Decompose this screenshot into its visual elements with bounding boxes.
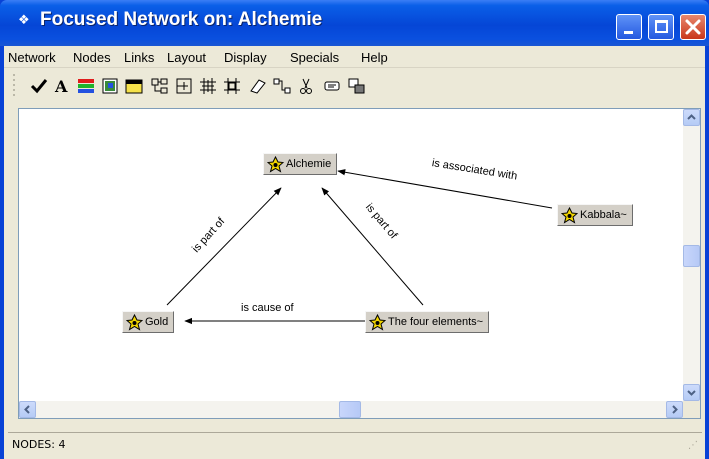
image-node-icon[interactable]: [100, 76, 120, 96]
toolbar-grip: [13, 74, 15, 96]
menu-bar: Network Nodes Links Layout Display Speci…: [4, 46, 705, 68]
scroll-left-button[interactable]: [19, 401, 36, 418]
cluster-icon[interactable]: [222, 76, 242, 96]
scroll-right-icon: [672, 405, 678, 414]
resize-grip-icon[interactable]: ⋰: [686, 440, 698, 452]
vertical-scroll-thumb[interactable]: [683, 245, 700, 267]
grid-layout-icon[interactable]: [198, 76, 218, 96]
minimize-icon: [624, 31, 633, 34]
node-gold[interactable]: Gold: [122, 311, 175, 333]
node-label: Alchemie: [286, 158, 332, 170]
check-icon[interactable]: [29, 76, 49, 96]
font-icon[interactable]: A: [52, 76, 72, 96]
toolbar: A: [4, 70, 705, 106]
node-count-status: NODES: 4: [12, 438, 66, 451]
link-icon[interactable]: [272, 76, 292, 96]
close-icon: [685, 19, 701, 35]
network-canvas[interactable]: is associated with is part of is part of…: [19, 109, 683, 401]
menu-display[interactable]: Display: [224, 50, 267, 65]
expand-icon[interactable]: [174, 76, 194, 96]
svg-text:A: A: [54, 77, 68, 96]
maximize-button[interactable]: [648, 14, 674, 40]
window-body: Network Nodes Links Layout Display Speci…: [4, 46, 705, 459]
star-node-icon: [369, 314, 386, 331]
node-alchemie[interactable]: Alchemie: [263, 153, 338, 175]
note-icon[interactable]: [322, 76, 342, 96]
node-label: Kabbala~: [580, 209, 627, 221]
app-window: ❖ Focused Network on: Alchemie Network N…: [0, 0, 709, 459]
minimize-button[interactable]: [616, 14, 642, 40]
star-node-icon: [561, 207, 578, 224]
menu-help[interactable]: Help: [361, 50, 388, 65]
scroll-corner: [683, 401, 700, 418]
star-node-icon: [126, 314, 143, 331]
copy-icon[interactable]: [346, 76, 366, 96]
scroll-up-button[interactable]: [683, 109, 700, 126]
scroll-down-icon: [687, 390, 696, 396]
close-button[interactable]: [680, 14, 706, 40]
color-bars-icon[interactable]: [76, 76, 96, 96]
menu-network[interactable]: Network: [8, 50, 56, 65]
menu-specials[interactable]: Specials: [290, 50, 339, 65]
scroll-right-button[interactable]: [666, 401, 683, 418]
network-canvas-frame: is associated with is part of is part of…: [18, 108, 701, 419]
scroll-up-icon: [687, 114, 696, 120]
maximize-icon: [655, 20, 668, 33]
edge-label: is cause of: [241, 302, 294, 314]
window-icon[interactable]: [124, 76, 144, 96]
node-four-elements[interactable]: The four elements~: [365, 311, 490, 333]
menu-nodes[interactable]: Nodes: [73, 50, 111, 65]
edge-gold-alchemie[interactable]: [166, 187, 282, 306]
node-kabbala[interactable]: Kabbala~: [557, 204, 633, 226]
eraser-icon[interactable]: [248, 76, 268, 96]
cut-icon[interactable]: [296, 76, 316, 96]
menu-layout[interactable]: Layout: [167, 50, 206, 65]
edges-layer: [166, 169, 553, 325]
scroll-left-icon: [24, 405, 30, 414]
window-title: Focused Network on: Alchemie: [40, 9, 323, 30]
tree-layout-icon[interactable]: [150, 76, 170, 96]
horizontal-scroll-thumb[interactable]: [339, 401, 361, 418]
menu-links[interactable]: Links: [124, 50, 154, 65]
title-bar[interactable]: ❖ Focused Network on: Alchemie: [0, 0, 709, 46]
scroll-down-button[interactable]: [683, 384, 700, 401]
status-bar: NODES: 4 ⋰: [8, 432, 702, 454]
node-label: The four elements~: [388, 316, 484, 328]
node-label: Gold: [145, 316, 169, 328]
horizontal-scrollbar[interactable]: [19, 401, 683, 418]
network-app-icon: ❖: [18, 12, 30, 27]
star-node-icon: [267, 156, 284, 173]
vertical-scrollbar[interactable]: [683, 109, 700, 401]
